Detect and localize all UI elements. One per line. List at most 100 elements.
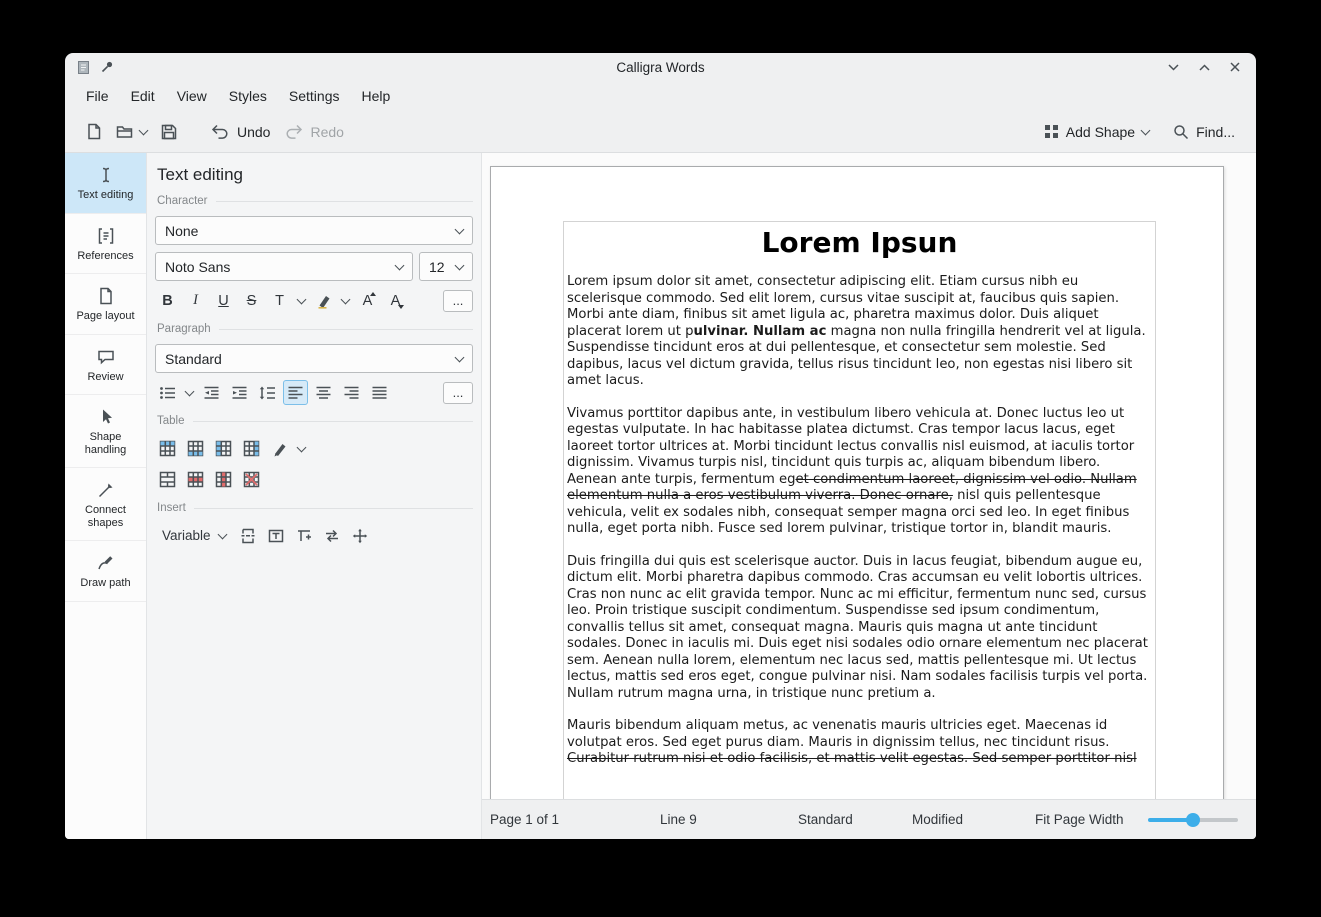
insert-page-break-button[interactable] <box>236 523 261 548</box>
zoom-mode-button[interactable]: Fit Page Width <box>1035 800 1124 839</box>
menu-styles[interactable]: Styles <box>218 83 278 109</box>
sidebar-item-text-editing[interactable]: Text editing <box>65 153 146 214</box>
insert-row-below-button[interactable] <box>183 436 208 461</box>
sidebar-item-draw-path[interactable]: Draw path <box>65 541 146 602</box>
table-border-pen-button[interactable] <box>267 436 292 461</box>
delete-row-button[interactable] <box>183 467 208 492</box>
statusbar: Page 1 of 1 Line 9 Standard Modified Fit… <box>482 799 1256 839</box>
tab-label: Draw path <box>80 577 130 590</box>
text-segment: Duis fringilla dui quis est scelerisque … <box>567 554 1148 701</box>
paragraph[interactable]: Vivamus porttitor dapibus ante, in vesti… <box>567 406 1152 538</box>
redo-button[interactable]: Redo <box>277 118 350 146</box>
insert-note-button[interactable] <box>292 523 317 548</box>
paragraph[interactable]: Lorem ipsum dolor sit amet, consectetur … <box>567 274 1152 390</box>
character-style-combo[interactable]: None <box>155 216 473 245</box>
tab-label: Review <box>87 371 123 384</box>
modified-indicator: Modified <box>912 800 963 839</box>
italic-button[interactable]: I <box>183 288 208 313</box>
paragraph[interactable]: Duis fringilla dui quis est scelerisque … <box>567 554 1152 703</box>
strikethrough-button[interactable]: S <box>239 288 264 313</box>
zoom-slider-handle[interactable] <box>1186 813 1200 827</box>
text-frame[interactable]: Lorem Ipsun Lorem ipsum dolor sit amet, … <box>563 221 1156 799</box>
open-document-icon <box>116 124 133 139</box>
change-case-button[interactable]: T <box>267 288 292 313</box>
align-right-button[interactable] <box>339 380 364 405</box>
insert-column-right-button[interactable] <box>239 436 264 461</box>
sidebar-item-shape-handling[interactable]: Shape handling <box>65 395 146 468</box>
highlight-color-chevron-icon[interactable] <box>339 288 352 313</box>
line-spacing-button[interactable] <box>255 380 280 405</box>
open-document-button[interactable] <box>109 118 154 145</box>
sidebar-item-review[interactable]: Review <box>65 335 146 396</box>
insert-anchor-button[interactable] <box>348 523 373 548</box>
list-format-chevron-icon[interactable] <box>183 380 196 405</box>
insert-row-above-button[interactable] <box>155 436 180 461</box>
find-label: Find... <box>1196 124 1235 140</box>
insert-section-label: Insert <box>157 502 473 514</box>
character-more-button[interactable]: ... <box>443 290 473 312</box>
insert-column-left-button[interactable] <box>211 436 236 461</box>
subscript-button[interactable]: A <box>383 288 408 313</box>
increase-indent-button[interactable] <box>227 380 252 405</box>
tab-label: Shape handling <box>68 431 143 456</box>
connect-shapes-icon <box>96 480 116 500</box>
sidebar-item-references[interactable]: References <box>65 214 146 275</box>
redo-label: Redo <box>310 124 343 140</box>
font-size-combo[interactable]: 12 <box>419 252 473 281</box>
add-shape-button[interactable]: Add Shape <box>1037 118 1156 146</box>
chevron-down-icon <box>455 224 465 234</box>
shape-handling-icon <box>96 407 116 427</box>
new-document-button[interactable] <box>79 117 109 146</box>
table-section-label: Table <box>157 415 473 427</box>
decrease-indent-button[interactable] <box>199 380 224 405</box>
align-justify-button[interactable] <box>367 380 392 405</box>
menu-file[interactable]: File <box>75 83 120 109</box>
close-icon[interactable] <box>1228 60 1242 74</box>
align-left-button[interactable] <box>283 380 308 405</box>
shade-icon[interactable] <box>1166 60 1180 74</box>
font-family-combo[interactable]: Noto Sans <box>155 252 413 281</box>
sidebar-item-connect-shapes[interactable]: Connect shapes <box>65 468 146 541</box>
save-button[interactable] <box>154 118 184 146</box>
sidebar-item-page-layout[interactable]: Page layout <box>65 274 146 335</box>
align-center-button[interactable] <box>311 380 336 405</box>
insert-bookmark-button[interactable] <box>320 523 345 548</box>
menu-help[interactable]: Help <box>351 83 402 109</box>
save-icon <box>161 124 177 140</box>
paragraph-more-button[interactable]: ... <box>443 382 473 404</box>
main-toolbar: Undo Redo Add Shape Find... <box>65 111 1256 153</box>
tab-label: Connect shapes <box>68 504 143 529</box>
underline-button[interactable]: U <box>211 288 236 313</box>
style-indicator: Standard <box>798 800 853 839</box>
bold-button[interactable]: B <box>155 288 180 313</box>
document-heading: Lorem Ipsun <box>567 226 1152 259</box>
list-format-button[interactable] <box>155 380 180 405</box>
zoom-slider[interactable] <box>1148 800 1238 839</box>
pin-icon[interactable] <box>100 60 114 74</box>
maximize-icon[interactable] <box>1197 60 1211 74</box>
table-border-chevron-icon[interactable] <box>295 436 308 461</box>
paragraph-style-combo[interactable]: Standard <box>155 344 473 373</box>
find-button[interactable]: Find... <box>1166 118 1242 146</box>
delete-table-button[interactable] <box>239 467 264 492</box>
paragraph[interactable]: Mauris bibendum aliquam metus, ac venena… <box>567 718 1152 768</box>
add-shape-label: Add Shape <box>1066 124 1135 140</box>
font-family-value: Noto Sans <box>165 259 230 275</box>
titlebar[interactable]: Calligra Words <box>65 53 1256 81</box>
find-icon <box>1173 124 1189 140</box>
merge-cells-button[interactable] <box>155 467 180 492</box>
undo-button[interactable]: Undo <box>204 118 277 146</box>
review-icon <box>96 347 116 367</box>
superscript-button[interactable]: A <box>355 288 380 313</box>
insert-text-frame-button[interactable] <box>264 523 289 548</box>
menu-view[interactable]: View <box>166 83 218 109</box>
menu-edit[interactable]: Edit <box>120 83 166 109</box>
highlight-color-button[interactable] <box>311 288 336 313</box>
menubar: File Edit View Styles Settings Help <box>65 81 1256 111</box>
menu-settings[interactable]: Settings <box>278 83 351 109</box>
change-case-chevron-icon[interactable] <box>295 288 308 313</box>
open-recent-chevron-icon[interactable] <box>139 125 149 135</box>
insert-variable-button[interactable]: Variable <box>155 523 233 548</box>
paragraph-section-label: Paragraph <box>157 323 473 335</box>
delete-column-button[interactable] <box>211 467 236 492</box>
